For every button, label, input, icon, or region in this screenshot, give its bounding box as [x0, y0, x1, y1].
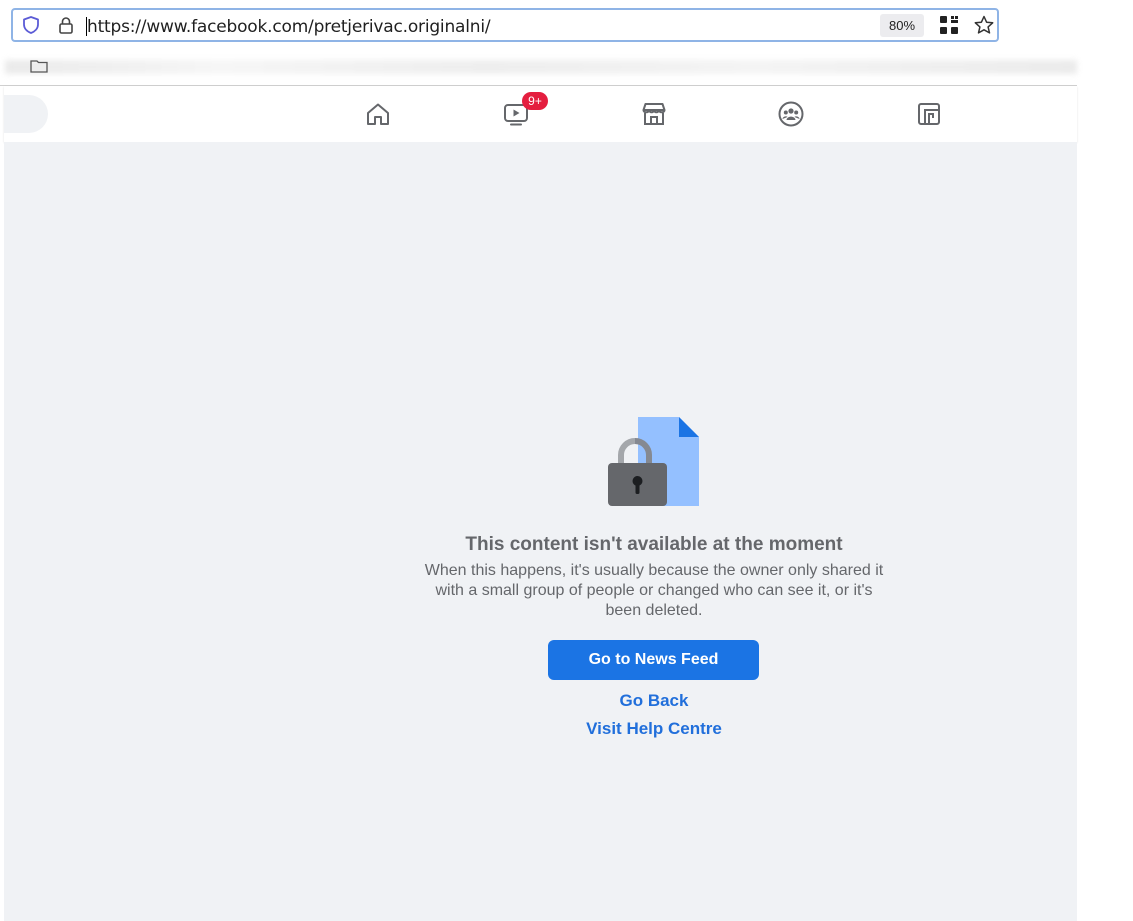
search-bar[interactable] [4, 95, 48, 133]
zoom-indicator[interactable]: 80% [880, 14, 924, 37]
folder-icon[interactable] [30, 59, 48, 73]
qr-code-icon[interactable] [939, 15, 959, 35]
locked-content-icon [608, 417, 699, 506]
go-to-news-feed-button[interactable]: Go to News Feed [548, 640, 759, 680]
url-text[interactable]: https://www.facebook.com/pretjerivac.ori… [87, 17, 491, 37]
facebook-top-nav: 9+ [4, 86, 1077, 142]
groups-icon[interactable] [777, 100, 805, 128]
address-bar[interactable]: https://www.facebook.com/pretjerivac.ori… [11, 8, 999, 42]
blurred-bookmarks [5, 60, 1077, 74]
visit-help-centre-link[interactable]: Visit Help Centre [504, 719, 804, 739]
main-content [4, 142, 1077, 921]
shield-icon[interactable] [21, 15, 41, 35]
store-icon[interactable] [640, 100, 668, 128]
page-title: This content isn't available at the mome… [465, 534, 843, 555]
home-icon[interactable] [364, 100, 392, 128]
bookmarks-toolbar [0, 46, 1077, 86]
notification-badge: 9+ [522, 92, 548, 110]
gaming-icon[interactable] [915, 100, 943, 128]
bookmark-star-icon[interactable] [973, 14, 995, 36]
go-back-link[interactable]: Go Back [504, 691, 804, 711]
unavailable-description: When this happens, it's usually because … [424, 562, 884, 619]
lock-icon[interactable] [56, 15, 76, 35]
